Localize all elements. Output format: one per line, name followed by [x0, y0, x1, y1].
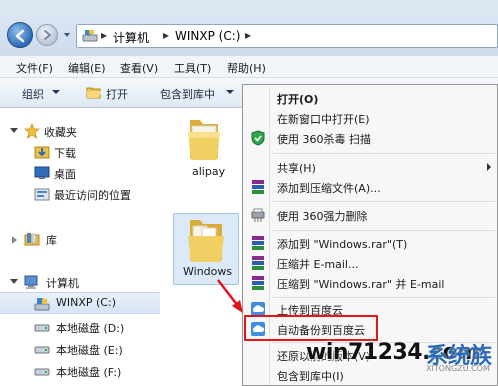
- watermark-url: XITONGZU.COM: [426, 364, 490, 373]
- annotation-arrow-icon: [217, 279, 243, 313]
